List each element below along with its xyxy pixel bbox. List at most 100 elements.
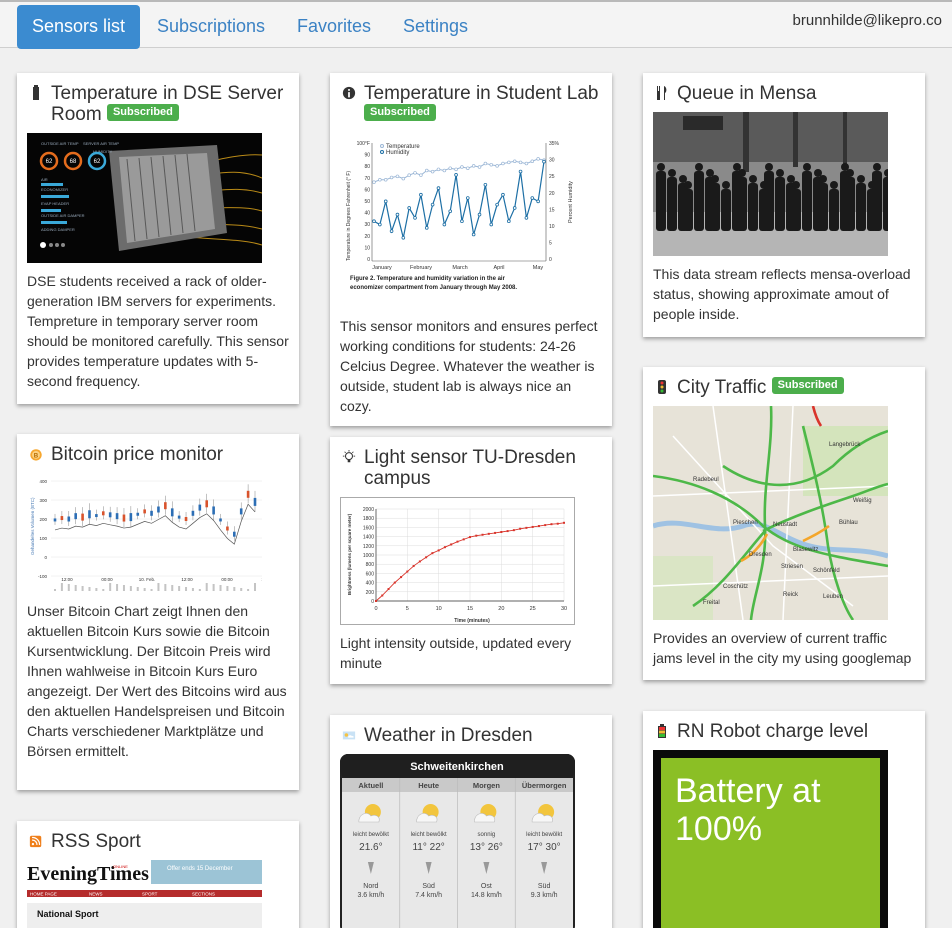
candle-body: [198, 504, 202, 511]
card-description: Light intensity outside, updated every m…: [340, 635, 572, 671]
brightness-point: [462, 538, 465, 541]
person-head: [765, 163, 773, 171]
humidity-point: [407, 206, 411, 210]
tab-settings[interactable]: Settings: [403, 5, 468, 49]
weather-condition: leicht bewölkt: [411, 832, 447, 838]
brightness-point: [550, 523, 553, 526]
y-tick-label: 20: [549, 191, 555, 197]
temperature-point: [383, 178, 388, 182]
person-body: [667, 177, 677, 231]
volume-bar: [198, 589, 201, 591]
weather-day: Übermorgen: [522, 781, 567, 790]
humidity-point: [413, 216, 417, 220]
candle-body: [150, 510, 153, 516]
dse-gauge-value: 62: [46, 159, 53, 165]
sensor-card-weather[interactable]: Weather in Dresden Schweitenkirchen Aktu…: [330, 715, 612, 928]
temperature-point: [419, 173, 423, 177]
y-tick-label: 30: [364, 222, 370, 228]
x-tick-label: 10: [436, 606, 442, 612]
sensor-card-light[interactable]: Light sensor TU-Dresden campus 2000 1800 1…: [330, 437, 612, 684]
dse-gauge-value: 68: [70, 159, 77, 165]
y-tick-label: 15: [549, 207, 555, 213]
humidity-point: [465, 196, 470, 200]
weather-icon: [342, 731, 356, 740]
volume-bar: [185, 587, 188, 591]
card-title[interactable]: City Traffic Subscribed: [653, 377, 915, 398]
map-place-label: Langebrück: [829, 442, 861, 448]
brightness-point: [531, 525, 534, 528]
y-tick-label: 20: [364, 234, 370, 240]
temperature-point: [448, 166, 452, 170]
person-head: [873, 163, 881, 171]
card-title[interactable]: RSS Sport: [27, 831, 289, 852]
humidity-point: [524, 216, 529, 220]
humidity-point: [542, 159, 546, 164]
dse-panel-label: AIR: [41, 177, 48, 182]
card-title[interactable]: Temperature in Student Lab Subscribed: [340, 83, 602, 125]
x-tick-label: 15: [467, 606, 473, 612]
sensor-card-mensa[interactable]: Queue in Mensa This data stream reflects…: [643, 73, 925, 337]
tab-favorites[interactable]: Favorites: [297, 5, 371, 49]
card-title[interactable]: RN Robot charge level: [653, 721, 915, 742]
map-place-label: Bühlau: [839, 520, 858, 526]
rss-menu-item: SPORT: [142, 892, 158, 897]
sensor-card-traffic[interactable]: City Traffic Subscribed Radebeul Dresden N…: [643, 367, 925, 680]
sensor-card-robot[interactable]: RN Robot charge level Battery at 100%: [643, 711, 925, 928]
brightness-point: [563, 521, 565, 524]
weather-day: Heute: [418, 781, 439, 790]
x-tick-label: 0: [374, 606, 377, 612]
card-title[interactable]: Queue in Mensa: [653, 83, 915, 104]
y-tick-label: 300: [39, 498, 47, 503]
brightness-point: [437, 549, 440, 552]
card-title[interactable]: Light sensor TU-Dresden campus: [340, 447, 602, 489]
y-tick-label: 10: [364, 245, 370, 251]
tab-subscriptions[interactable]: Subscriptions: [157, 5, 265, 49]
candle-body: [219, 518, 222, 522]
brightness-point: [556, 522, 559, 525]
y-axis-label-left: Temperature in Degrees Fahrenheit (° F): [346, 171, 352, 261]
x-tick-label: January: [372, 265, 392, 271]
candle-body: [53, 518, 57, 522]
volume-bar: [164, 584, 167, 591]
person-head: [657, 163, 665, 171]
card-title[interactable]: Temperature in DSE Server Room Subscribe…: [27, 83, 289, 125]
sensor-card-bitcoin[interactable]: B Bitcoin price monitor Gehandeltes Volu…: [17, 434, 299, 790]
tab-sensors-list[interactable]: Sensors list: [17, 5, 141, 49]
x-tick-label: 00:00: [221, 577, 233, 582]
humidity-point: [436, 186, 441, 190]
humidity-point: [460, 219, 464, 224]
person-head: [830, 181, 838, 189]
dse-gauge-value: 62: [94, 159, 101, 165]
mensa-queue-photo: [653, 112, 888, 256]
candle-body: [74, 513, 77, 520]
volume-bar: [191, 588, 194, 591]
temperature-point: [372, 180, 376, 184]
humidity-point: [489, 222, 494, 227]
wind-direction: Ost: [481, 883, 492, 890]
person-body: [764, 171, 774, 231]
humidity-point: [424, 226, 429, 230]
card-title[interactable]: B Bitcoin price monitor: [27, 444, 289, 465]
sensor-card-dse[interactable]: Temperature in DSE Server Room Subscribe…: [17, 73, 299, 404]
volume-bar: [143, 588, 146, 591]
person-body: [856, 183, 866, 231]
card-title-text: Light sensor TU-Dresden campus: [364, 447, 576, 489]
y-tick-label: 1600: [363, 525, 374, 531]
y-tick-label: 90: [364, 153, 370, 159]
person-head: [749, 175, 757, 183]
map-place-label: Coschütz: [723, 584, 748, 590]
y-tick-label: 200: [39, 517, 47, 522]
y-tick-label: 100°F: [357, 141, 370, 147]
sensor-card-student-lab[interactable]: Temperature in Student Lab Subscribed Te…: [330, 73, 612, 426]
candle-body: [143, 509, 146, 514]
rss-offer: Offer ends 15 December: [167, 866, 233, 872]
humidity-point: [395, 212, 400, 217]
candle-body: [164, 502, 167, 510]
volume-bar: [233, 587, 236, 591]
volume-bar: [102, 589, 105, 591]
brightness-point: [387, 588, 390, 591]
card-title[interactable]: Weather in Dresden: [340, 725, 602, 746]
user-email[interactable]: brunnhilde@likepro.co: [793, 12, 942, 29]
sensor-card-rss[interactable]: RSS Sport EveningTimes ONLINE Offer ends…: [17, 821, 299, 928]
person-body: [775, 177, 785, 231]
